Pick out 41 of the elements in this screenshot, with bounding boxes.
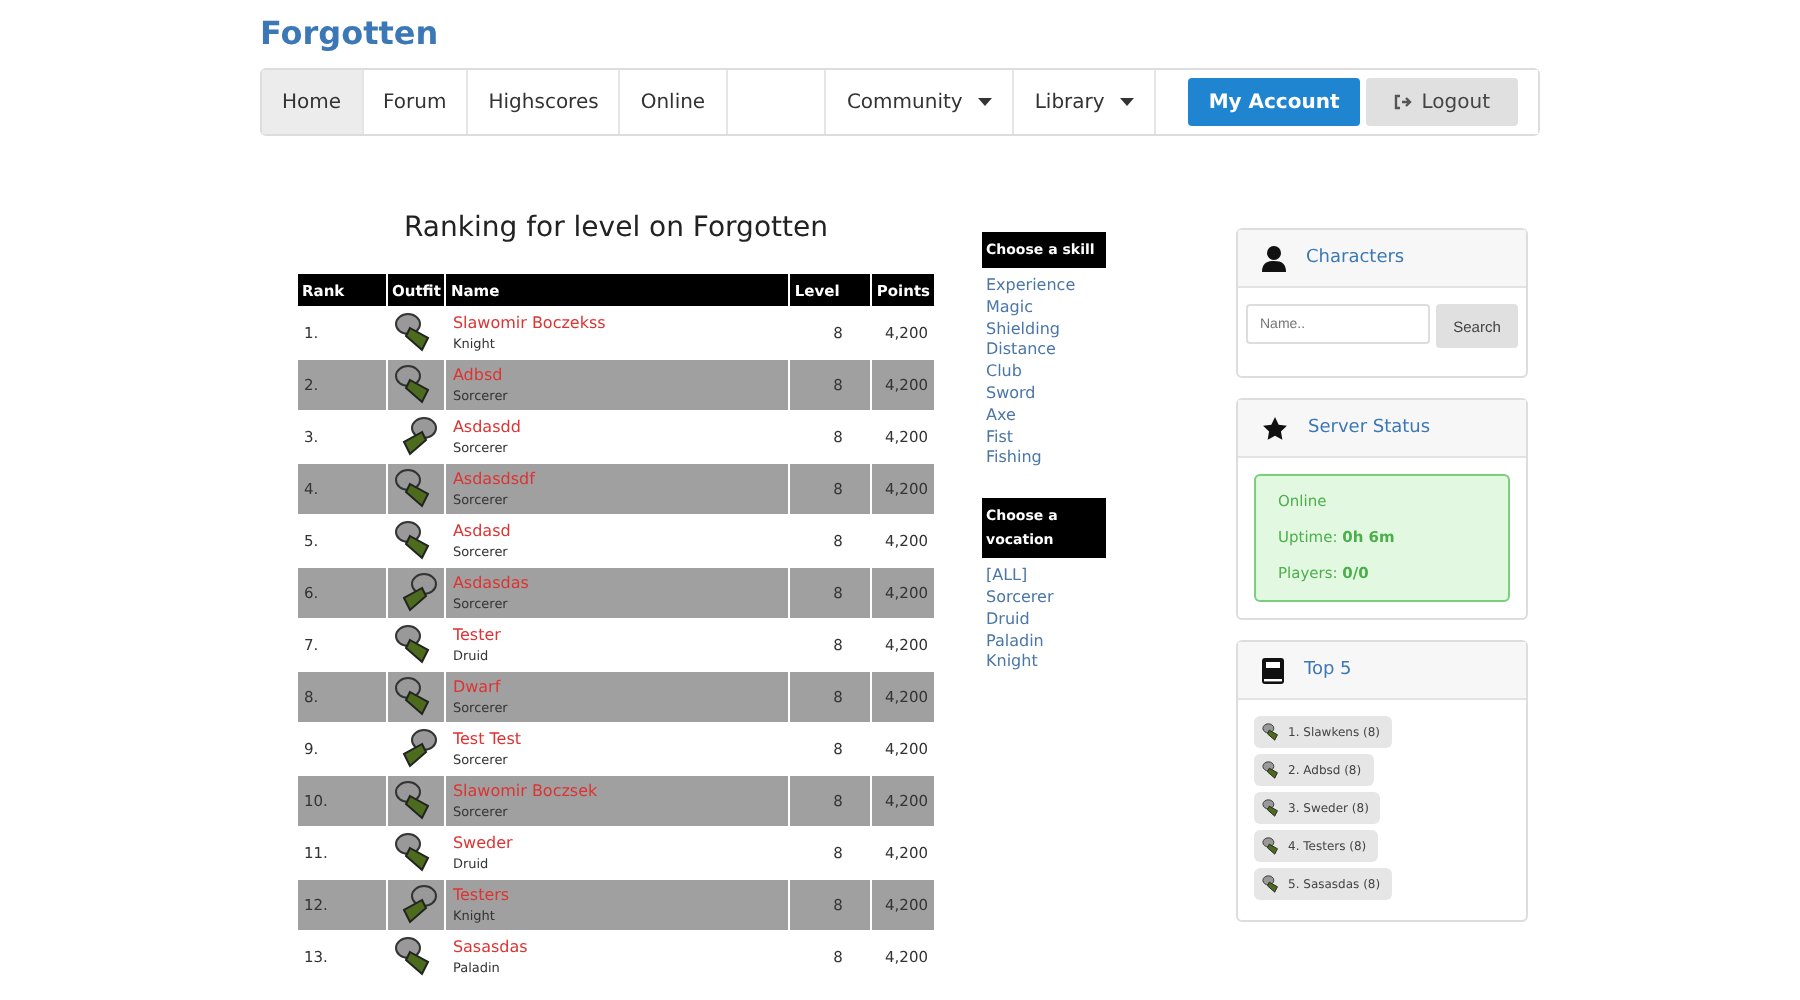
book-icon bbox=[1262, 657, 1284, 683]
player-name-link[interactable]: Sweder bbox=[452, 834, 783, 852]
vocation-link[interactable]: Knight bbox=[982, 652, 1106, 675]
nav-link[interactable]: Home bbox=[262, 70, 364, 134]
player-name-link[interactable]: Asdasdd bbox=[452, 418, 783, 436]
skill-link[interactable]: Distance bbox=[982, 340, 1106, 363]
nav-dropdown[interactable]: Community bbox=[824, 70, 1013, 134]
nav-link[interactable]: Forum bbox=[363, 70, 469, 134]
card-title: Top 5 bbox=[1304, 660, 1352, 680]
skill-link[interactable]: Axe bbox=[982, 405, 1106, 428]
vocation-link[interactable]: Paladin bbox=[982, 631, 1106, 653]
skill-link[interactable]: Club bbox=[982, 362, 1106, 384]
skill-link[interactable]: Sword bbox=[982, 383, 1106, 406]
logout-button[interactable]: Logout bbox=[1365, 78, 1518, 126]
site-title[interactable]: Forgotten bbox=[260, 12, 1540, 68]
skill-link[interactable]: Fishing bbox=[982, 448, 1106, 471]
skill-link[interactable]: Fist bbox=[982, 427, 1106, 449]
player-name-link[interactable]: Slawomir Boczekss bbox=[452, 314, 783, 332]
sign-out-icon bbox=[1393, 94, 1412, 110]
nav-dropdown[interactable]: Library bbox=[1012, 70, 1155, 134]
player-name-link[interactable]: Asdasd bbox=[452, 522, 783, 540]
skill-link[interactable]: Shielding bbox=[982, 319, 1106, 341]
star-icon bbox=[1262, 415, 1288, 441]
outfit-icon bbox=[1262, 798, 1282, 818]
player-name-link[interactable]: Test Test bbox=[452, 730, 783, 748]
vocation-link[interactable]: Druid bbox=[982, 609, 1106, 632]
skill-link[interactable]: Experience bbox=[982, 276, 1106, 298]
user-icon bbox=[1262, 245, 1286, 271]
outfit-icon bbox=[1262, 722, 1282, 742]
account-button[interactable]: My Account bbox=[1188, 78, 1360, 126]
vocation-link[interactable]: [ALL] bbox=[982, 566, 1106, 588]
skill-link[interactable]: Magic bbox=[982, 297, 1106, 320]
ranking-title: Ranking for level on Forgotten bbox=[402, 212, 830, 248]
card-title: Server Status bbox=[1308, 418, 1431, 438]
outfit-icon bbox=[1262, 836, 1282, 856]
vocation-link[interactable]: Sorcerer bbox=[982, 587, 1106, 610]
player-name-link[interactable]: Tester bbox=[452, 626, 783, 644]
player-name-link[interactable]: Sasasdas bbox=[452, 938, 783, 956]
outfit-icon bbox=[1262, 874, 1282, 894]
card-title: Characters bbox=[1306, 248, 1405, 268]
outfit-icon bbox=[1262, 760, 1282, 780]
